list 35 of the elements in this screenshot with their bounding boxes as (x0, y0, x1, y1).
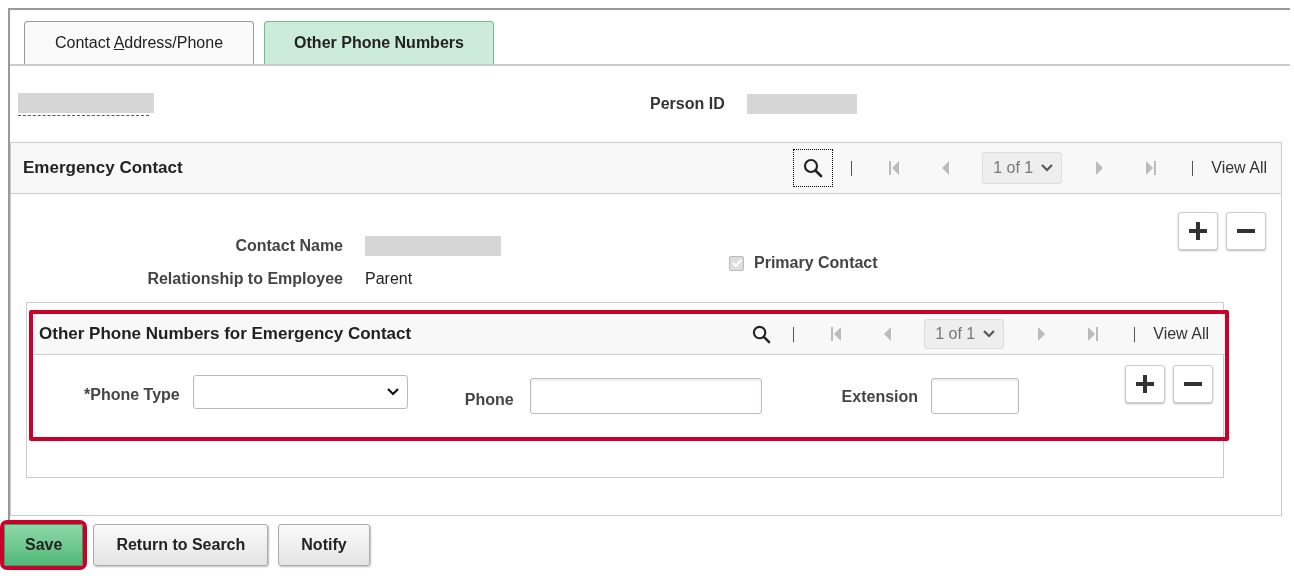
action-button[interactable]: Notify (278, 524, 370, 566)
search-icon (751, 324, 771, 344)
add-row-button[interactable] (1178, 212, 1218, 250)
section-title: Other Phone Numbers for Emergency Contact (39, 324, 413, 344)
field-label: Relationship to Employee (146, 270, 343, 288)
person-id-label: Person ID (650, 95, 725, 113)
chevron-down-icon (1041, 164, 1054, 172)
view-all-link[interactable]: View All (1211, 159, 1267, 177)
page-dropdown[interactable]: 1 of 1 (982, 152, 1063, 184)
chevron-down-icon (386, 388, 399, 396)
minus-icon (1237, 229, 1255, 233)
section-title: Emergency Contact (23, 158, 184, 178)
field-value: Parent (365, 270, 414, 288)
delete-row-button[interactable] (1226, 212, 1266, 250)
field-label: *Phone Type (84, 386, 180, 404)
add-row-button[interactable] (1125, 365, 1165, 403)
chevron-down-icon (983, 330, 996, 338)
input-field[interactable] (931, 378, 1020, 414)
view-all-link[interactable]: View All (1153, 325, 1209, 343)
action-button[interactable]: Return to Search (93, 524, 269, 566)
plus-icon (1135, 374, 1155, 394)
checkbox-label: Primary Contact (754, 254, 878, 272)
tab[interactable]: Other Phone Numbers (264, 21, 494, 64)
field-label: Phone (464, 391, 514, 409)
plus-icon (1188, 221, 1208, 241)
field-label: Extension (841, 388, 919, 406)
field-label: Contact Name (234, 237, 343, 255)
tab[interactable]: Contact Address/Phone (24, 21, 254, 64)
delete-row-button[interactable] (1173, 365, 1213, 403)
search-icon (803, 158, 824, 178)
search-button[interactable] (793, 149, 834, 187)
phone-type-dropdown[interactable] (192, 375, 408, 409)
page-dropdown[interactable]: 1 of 1 (924, 319, 1005, 349)
input-field[interactable] (529, 378, 762, 414)
minus-icon (1184, 382, 1202, 386)
